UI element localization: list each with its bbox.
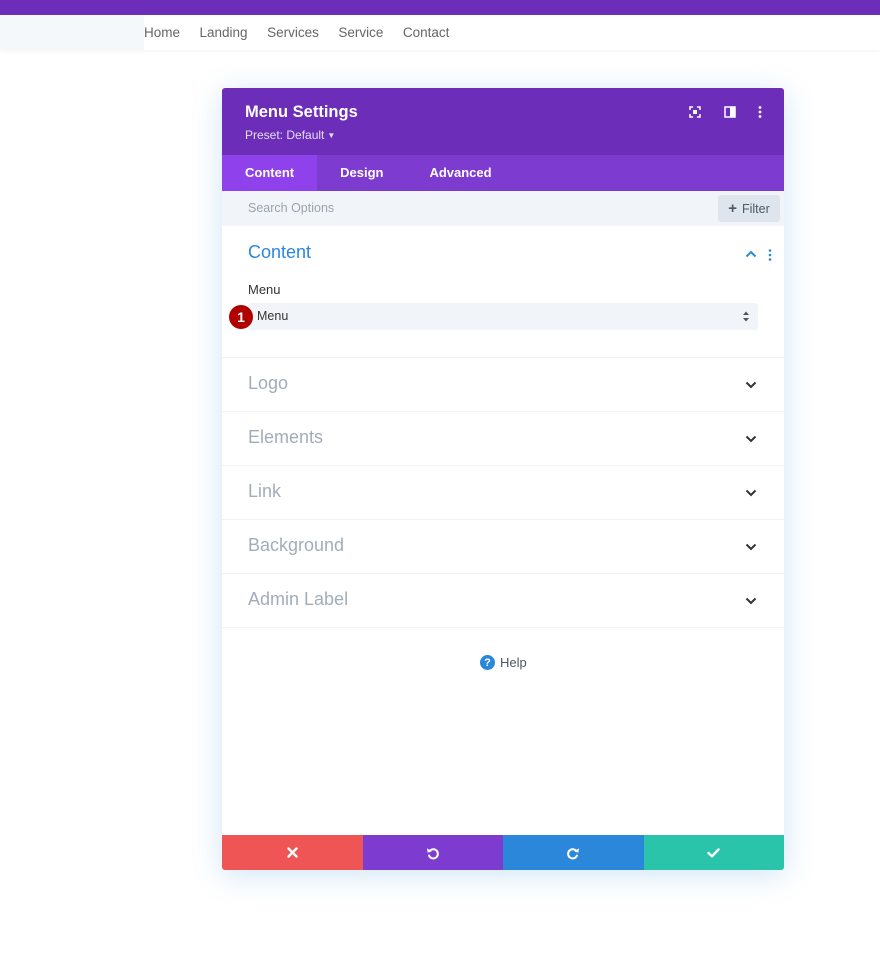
tab-content[interactable]: Content xyxy=(222,155,318,191)
admin-label-section[interactable]: Admin Label xyxy=(222,574,784,628)
site-nav-links: Home Landing Services Service Contact xyxy=(144,15,469,50)
section-options-icon[interactable] xyxy=(768,248,774,262)
check-icon xyxy=(707,847,720,857)
modal-header: Menu Settings Preset: Default ▼ xyxy=(222,88,784,155)
chevron-down-icon[interactable] xyxy=(744,432,758,446)
close-icon xyxy=(287,847,298,858)
nav-link-services[interactable]: Services xyxy=(267,25,319,40)
preset-label: Preset: Default xyxy=(245,128,325,142)
modal-title: Menu Settings xyxy=(245,103,358,121)
link-section[interactable]: Link xyxy=(222,466,784,520)
elements-section-title: Elements xyxy=(248,427,324,447)
preset-dropdown[interactable]: Preset: Default ▼ xyxy=(245,128,335,142)
top-accent-stripe xyxy=(0,0,880,15)
help-link[interactable]: ? Help xyxy=(480,655,527,670)
help-label: Help xyxy=(500,655,527,670)
background-section[interactable]: Background xyxy=(222,520,784,574)
admin-label-section-title: Admin Label xyxy=(248,589,349,609)
content-section: Content Menu Menu xyxy=(222,226,784,358)
nav-left-strip xyxy=(0,15,144,50)
modal-footer xyxy=(222,835,784,870)
expand-icon[interactable] xyxy=(687,104,703,120)
filter-label: Filter xyxy=(741,201,770,216)
chevron-down-icon[interactable] xyxy=(744,540,758,554)
search-options-input[interactable] xyxy=(248,191,648,226)
undo-icon xyxy=(426,847,439,859)
filter-button[interactable]: + Filter xyxy=(718,195,780,222)
search-bar: + Filter xyxy=(222,191,784,226)
caret-down-icon: ▼ xyxy=(327,131,336,140)
step-badge: 1 xyxy=(229,305,253,329)
chevron-up-icon[interactable] xyxy=(744,247,758,261)
chevron-down-icon[interactable] xyxy=(744,594,758,608)
menu-field-label: Menu xyxy=(248,282,281,297)
select-arrows-icon xyxy=(743,311,749,322)
menu-select-value: Menu xyxy=(257,309,289,323)
link-section-title: Link xyxy=(248,481,282,501)
menu-settings-modal: Menu Settings Preset: Default▼ Content xyxy=(222,88,784,870)
split-view-icon[interactable] xyxy=(722,104,738,120)
elements-section[interactable]: Elements xyxy=(222,412,784,466)
nav-link-landing[interactable]: Landing xyxy=(200,25,248,40)
more-options-icon[interactable] xyxy=(752,104,768,120)
chevron-down-icon[interactable] xyxy=(744,486,758,500)
site-navbar: Home Landing Services Service Contact xyxy=(0,15,880,50)
logo-section[interactable]: Logo xyxy=(222,358,784,412)
chevron-down-icon[interactable] xyxy=(744,378,758,392)
discard-button[interactable] xyxy=(222,835,363,870)
nav-link-contact[interactable]: Contact xyxy=(403,25,450,40)
undo-button[interactable] xyxy=(362,835,503,870)
nav-link-home[interactable]: Home xyxy=(144,25,180,40)
settings-tabs: Content Design Advanced xyxy=(222,155,784,191)
tab-advanced[interactable]: Advanced xyxy=(406,155,514,191)
background-section-title: Background xyxy=(248,535,345,555)
save-button[interactable] xyxy=(643,835,784,870)
tab-design[interactable]: Design xyxy=(317,155,406,191)
help-icon: ? xyxy=(480,655,495,670)
plus-icon: + xyxy=(728,200,737,217)
redo-button[interactable] xyxy=(503,835,644,870)
content-section-title[interactable]: Content xyxy=(248,242,311,263)
redo-icon xyxy=(567,847,580,859)
logo-section-title: Logo xyxy=(248,373,289,393)
nav-link-service[interactable]: Service xyxy=(338,25,383,40)
menu-select[interactable]: Menu xyxy=(248,303,758,330)
